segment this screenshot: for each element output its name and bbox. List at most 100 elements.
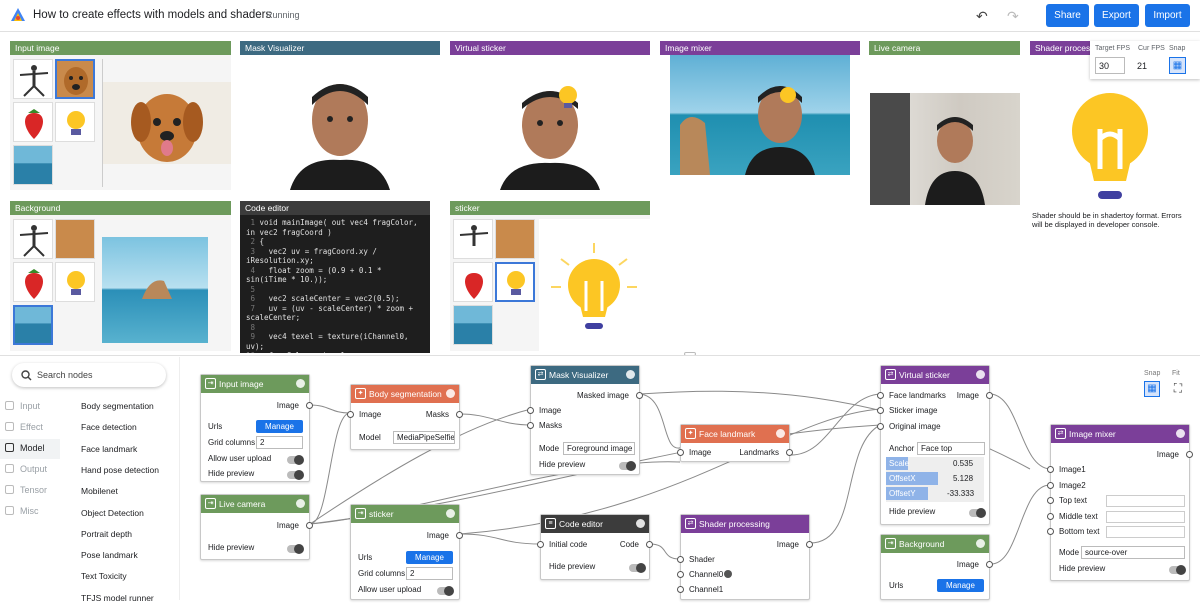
input-port[interactable] <box>347 411 354 418</box>
redo-icon[interactable]: ↷ <box>1007 8 1019 25</box>
info-icon[interactable] <box>446 389 455 398</box>
model-select[interactable]: MediaPipeSelfie <box>393 431 455 444</box>
mode-select[interactable]: source-over <box>1081 546 1185 559</box>
node-code-editor[interactable]: ≡ Code editor Initial code Code Hide prev… <box>537 514 653 580</box>
category-effect[interactable]: Effect <box>0 418 60 438</box>
output-port[interactable] <box>306 402 313 409</box>
thumb-bulb-image[interactable] <box>495 262 535 302</box>
snap-grid-icon[interactable]: ▦ <box>1169 57 1186 74</box>
node-list-item[interactable]: Pose landmark <box>81 550 138 560</box>
output-port[interactable] <box>456 532 463 539</box>
node-list-item[interactable]: Mobilenet <box>81 486 118 496</box>
search-input[interactable]: Search nodes <box>12 363 166 387</box>
thumb-beach-image[interactable] <box>13 145 53 185</box>
offsety-slider[interactable]: OffsetY <box>886 487 928 500</box>
undo-icon[interactable]: ↶ <box>976 8 988 25</box>
input-port[interactable] <box>1047 497 1054 504</box>
output-port[interactable] <box>806 541 813 548</box>
input-port[interactable] <box>677 556 684 563</box>
category-tensor[interactable]: Tensor <box>0 481 60 501</box>
info-icon[interactable] <box>446 509 455 518</box>
input-port[interactable] <box>527 407 534 414</box>
node-live-camera[interactable]: ⇥ Live camera Image Hide preview <box>200 494 313 560</box>
scale-slider[interactable]: Scale <box>886 457 909 470</box>
thumb-beach-image[interactable] <box>13 305 53 345</box>
category-output[interactable]: Output <box>0 460 60 480</box>
hide-preview-toggle[interactable] <box>1169 565 1186 575</box>
info-icon[interactable] <box>296 499 305 508</box>
node-list-item[interactable]: Object Detection <box>81 508 144 518</box>
thumb-bulb-image[interactable] <box>55 102 95 142</box>
node-body-segmentation[interactable]: ✦ Body segmentation Image Masks Model Med… <box>347 384 463 450</box>
input-port[interactable] <box>877 392 884 399</box>
thumb-strawberry-image[interactable] <box>13 262 53 302</box>
output-port[interactable] <box>786 449 793 456</box>
info-icon[interactable] <box>976 539 985 548</box>
top-text-input[interactable] <box>1106 495 1185 507</box>
hide-preview-toggle[interactable] <box>287 544 304 554</box>
info-icon[interactable] <box>724 570 732 578</box>
bottom-text-input[interactable] <box>1106 526 1185 538</box>
offsetx-slider[interactable]: OffsetX <box>886 472 938 485</box>
thumb-strawberry-image[interactable] <box>13 102 53 142</box>
node-mask-visualizer[interactable]: ⇄ Mask Visualizer Masked image Image Mask… <box>527 365 643 475</box>
allow-upload-toggle[interactable] <box>287 455 304 465</box>
node-face-landmark[interactable]: ✦ Face landmark Image Landmarks <box>677 424 793 462</box>
thumb-bulb-image[interactable] <box>55 262 95 302</box>
hide-preview-toggle[interactable] <box>969 508 986 518</box>
grid-columns-select[interactable]: 2 <box>256 436 303 449</box>
input-port[interactable] <box>677 571 684 578</box>
node-list-item[interactable]: Hand pose detection <box>81 465 159 475</box>
node-list-item[interactable]: Body segmentation <box>81 401 154 411</box>
node-list-item[interactable]: Face landmark <box>81 444 137 454</box>
input-port[interactable] <box>1047 513 1054 520</box>
node-input-image[interactable]: ⇥ Input image Image Urls Manage Grid colu… <box>200 374 313 482</box>
output-port[interactable] <box>986 561 993 568</box>
node-list-item[interactable]: Face detection <box>81 422 137 432</box>
thumb-strawberry-image[interactable] <box>453 262 493 302</box>
manage-button[interactable]: Manage <box>406 551 453 564</box>
output-port[interactable] <box>646 541 653 548</box>
snap-grid-icon[interactable]: ▦ <box>1144 381 1160 397</box>
input-port[interactable] <box>1047 482 1054 489</box>
node-image-mixer[interactable]: ⇄ Image mixer Image Image1 Image2 Top tex… <box>1047 424 1193 581</box>
thumb-dog-image[interactable] <box>55 59 95 99</box>
manage-button[interactable]: Manage <box>256 420 303 433</box>
input-port[interactable] <box>537 541 544 548</box>
input-port[interactable] <box>877 423 884 430</box>
middle-text-input[interactable] <box>1106 511 1185 523</box>
category-misc[interactable]: Misc <box>0 502 60 522</box>
mode-select[interactable]: Foreground image <box>563 442 635 455</box>
info-icon[interactable] <box>1176 429 1185 438</box>
node-list-item[interactable]: TFJS model runner <box>81 593 154 603</box>
node-background[interactable]: ⇥ Background Image Urls Manage <box>880 534 993 600</box>
output-port[interactable] <box>636 392 643 399</box>
thumb-yoga-image[interactable] <box>13 59 53 99</box>
input-port[interactable] <box>1047 466 1054 473</box>
thumb-dog-image[interactable] <box>55 219 95 259</box>
thumb-yoga-image[interactable] <box>453 219 493 259</box>
node-list-item[interactable]: Portrait depth <box>81 529 132 539</box>
hide-preview-toggle[interactable] <box>629 563 646 573</box>
import-button[interactable]: Import <box>1145 4 1190 27</box>
hide-preview-toggle[interactable] <box>287 470 304 480</box>
node-list-item[interactable]: Text Toxicity <box>81 571 127 581</box>
category-model[interactable]: Model <box>0 439 60 459</box>
output-port[interactable] <box>306 522 313 529</box>
output-port[interactable] <box>456 411 463 418</box>
allow-upload-toggle[interactable] <box>437 586 454 596</box>
input-port[interactable] <box>677 586 684 593</box>
output-port[interactable] <box>1186 451 1193 458</box>
export-button[interactable]: Export <box>1094 4 1139 27</box>
input-port[interactable] <box>677 449 684 456</box>
thumb-yoga-image[interactable] <box>13 219 53 259</box>
input-port[interactable] <box>527 422 534 429</box>
thumb-beach-image[interactable] <box>453 305 493 345</box>
node-sticker[interactable]: ⇥ sticker Image Urls Manage Grid columns … <box>350 504 463 600</box>
info-icon[interactable] <box>976 370 985 379</box>
node-graph-canvas[interactable]: ⇥ Input image Image Urls Manage Grid colu… <box>180 357 1200 600</box>
node-virtual-sticker[interactable]: ⇄ Virtual sticker Face landmarks Image St… <box>877 365 993 525</box>
manage-button[interactable]: Manage <box>937 579 984 592</box>
node-shader-processing[interactable]: ⇄ Shader processing Image Shader Channel0… <box>677 514 813 600</box>
info-icon[interactable] <box>636 519 645 528</box>
